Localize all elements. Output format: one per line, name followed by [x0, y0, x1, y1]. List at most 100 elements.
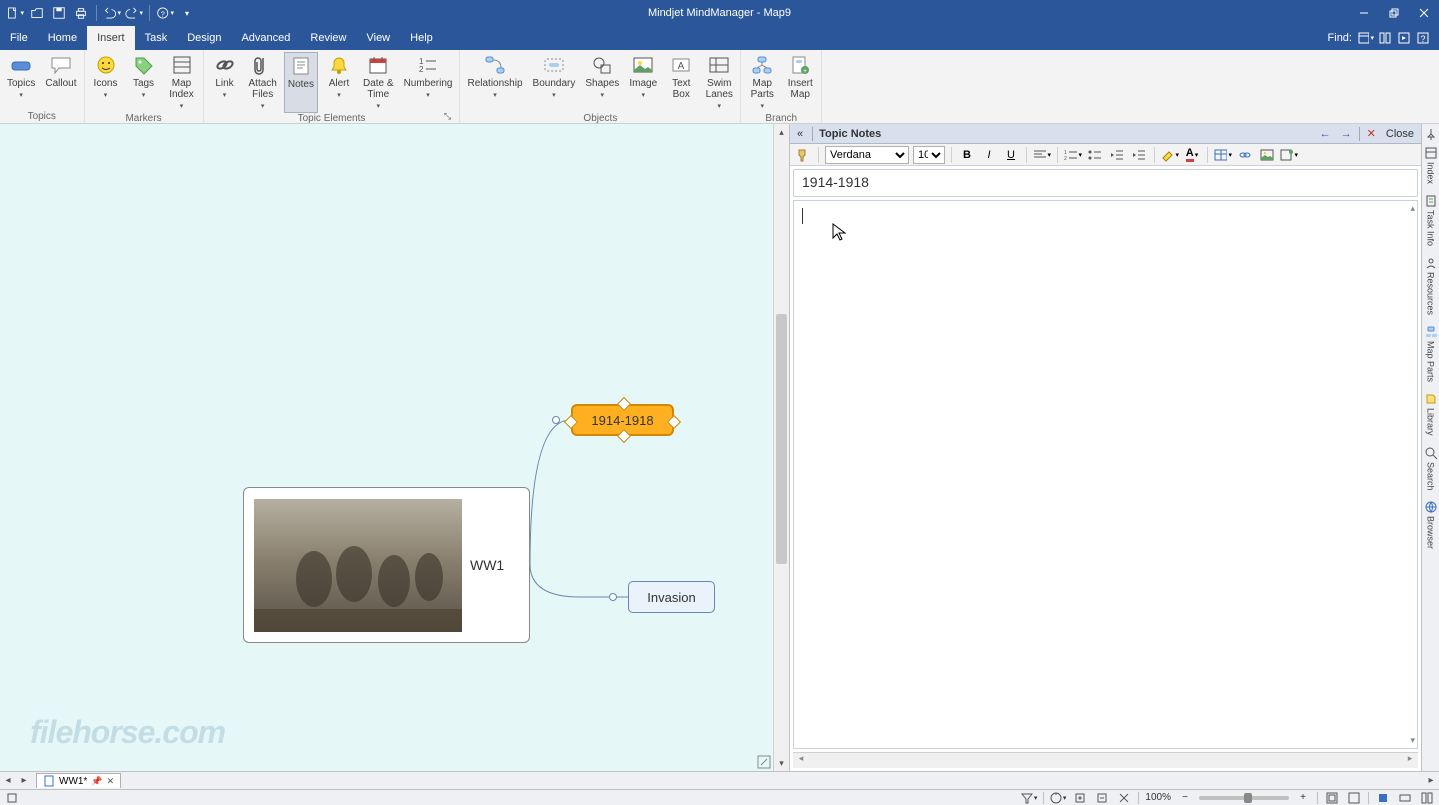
view-mode-1-icon[interactable]	[1375, 791, 1391, 805]
tab-scroll-right-icon[interactable]: ▸	[16, 775, 32, 786]
insert-hyperlink-button[interactable]	[1236, 146, 1254, 164]
group-launcher-icon[interactable]: ⤡	[441, 111, 453, 123]
status-flag-icon[interactable]	[4, 791, 20, 805]
menu-task[interactable]: Task	[135, 26, 178, 50]
zoom-in-button[interactable]: +	[1295, 791, 1311, 805]
notes-scroll-down-icon[interactable]: ▾	[1410, 735, 1415, 746]
shapes-button[interactable]: Shapes▾	[582, 52, 622, 113]
new-doc-icon[interactable]: ▾	[6, 4, 24, 22]
subtopic-1914-1918[interactable]: 1914-1918	[571, 404, 674, 436]
selection-handle-bottom[interactable]	[617, 429, 631, 443]
right-tab-search[interactable]: Search	[1423, 442, 1439, 495]
find-toggle-icon[interactable]	[1377, 30, 1393, 46]
menu-home[interactable]: Home	[38, 26, 87, 50]
map-index-button[interactable]: MapIndex▾	[165, 52, 199, 113]
topics-button[interactable]: Topics▾	[4, 52, 38, 111]
right-tab-map-parts[interactable]: Map Parts	[1423, 321, 1439, 386]
connector-dot-2[interactable]	[609, 593, 617, 601]
insert-object-button[interactable]: ▾	[1280, 146, 1298, 164]
collapse-icon[interactable]	[1094, 791, 1110, 805]
scroll-down-icon[interactable]: ▾	[774, 755, 789, 771]
right-tab-index[interactable]: Index	[1423, 142, 1439, 188]
doc-tab-pin-icon[interactable]: 📌	[91, 776, 102, 787]
minimize-button[interactable]	[1349, 0, 1379, 26]
doc-tab-close-icon[interactable]: ✕	[107, 776, 115, 787]
relationship-button[interactable]: Relationship▾	[464, 52, 525, 113]
find-arrow-icon[interactable]	[1396, 30, 1412, 46]
tab-scroll-left-icon[interactable]: ◂	[0, 775, 16, 786]
print-icon[interactable]	[72, 4, 90, 22]
italic-button[interactable]: I	[980, 146, 998, 164]
menu-design[interactable]: Design	[177, 26, 231, 50]
menu-help[interactable]: Help	[400, 26, 443, 50]
close-window-button[interactable]	[1409, 0, 1439, 26]
boundary-button[interactable]: Boundary▾	[530, 52, 579, 113]
attach-files-button[interactable]: AttachFiles▾	[246, 52, 280, 113]
view-mode-3-icon[interactable]	[1419, 791, 1435, 805]
bold-button[interactable]: B	[958, 146, 976, 164]
document-tab[interactable]: WW1* 📌 ✕	[36, 773, 121, 788]
fit-page-icon[interactable]	[1324, 791, 1340, 805]
scroll-thumb[interactable]	[776, 314, 787, 564]
highlight-button[interactable]: ▾	[1161, 146, 1179, 164]
fit-map-icon[interactable]	[1346, 791, 1362, 805]
zoom-value[interactable]: 100%	[1145, 792, 1171, 803]
alert-button[interactable]: Alert▾	[322, 52, 356, 113]
undo-icon[interactable]: ▾	[103, 4, 121, 22]
menu-insert[interactable]: Insert	[87, 26, 135, 50]
insert-image-button[interactable]	[1258, 146, 1276, 164]
right-tab-resources[interactable]: Resources	[1423, 252, 1439, 319]
selection-handle-right[interactable]	[667, 415, 681, 429]
right-tab-library[interactable]: Library	[1423, 388, 1439, 440]
icons-button[interactable]: Icons▾	[89, 52, 123, 113]
notes-next-icon[interactable]: →	[1338, 128, 1355, 140]
insert-map-button[interactable]: +InsertMap	[783, 52, 817, 113]
notes-close-x-icon[interactable]: ✕	[1364, 127, 1379, 140]
tab-scroll-end-icon[interactable]: ▸	[1423, 775, 1439, 786]
underline-button[interactable]: U	[1002, 146, 1020, 164]
notes-collapse-icon[interactable]: «	[794, 128, 806, 140]
link-button[interactable]: Link▾	[208, 52, 242, 113]
numbering-button[interactable]: 12Numbering▾	[401, 52, 456, 113]
zoom-slider[interactable]	[1199, 796, 1289, 800]
detail-level-icon[interactable]: ▾	[1050, 791, 1066, 805]
notes-prev-icon[interactable]: ←	[1317, 128, 1334, 140]
numbered-list-button[interactable]: 12▾	[1064, 146, 1082, 164]
right-tab-task-info[interactable]: Task Info	[1423, 190, 1439, 250]
restore-button[interactable]	[1379, 0, 1409, 26]
open-icon[interactable]	[28, 4, 46, 22]
image-button[interactable]: Image▾	[626, 52, 660, 113]
date-time-button[interactable]: Date &Time▾	[360, 52, 397, 113]
insert-table-button[interactable]: ▾	[1214, 146, 1232, 164]
font-size-select[interactable]: 10	[913, 146, 945, 164]
central-topic[interactable]: WW1	[243, 487, 530, 643]
tags-button[interactable]: Tags▾	[127, 52, 161, 113]
canvas-vscroll[interactable]: ▴ ▾	[773, 124, 789, 771]
canvas-resize-icon[interactable]	[757, 755, 771, 769]
find-help-icon[interactable]: ?	[1415, 30, 1431, 46]
redo-icon[interactable]: ▾	[125, 4, 143, 22]
zoom-out-button[interactable]: −	[1177, 791, 1193, 805]
menu-review[interactable]: Review	[300, 26, 356, 50]
notes-hscroll[interactable]: ◂ ▸	[793, 752, 1418, 768]
filter-icon[interactable]: ▾	[1021, 791, 1037, 805]
mindmap-canvas[interactable]: WW1 1914-1918 Invasion filehorse.com	[0, 124, 773, 771]
indent-button[interactable]	[1130, 146, 1148, 164]
menu-view[interactable]: View	[356, 26, 400, 50]
text-box-button[interactable]: ATextBox	[664, 52, 698, 113]
save-icon[interactable]	[50, 4, 68, 22]
help-icon[interactable]: ?▾	[156, 4, 174, 22]
font-color-button[interactable]: A▾	[1183, 146, 1201, 164]
notes-button[interactable]: Notes	[284, 52, 318, 113]
bullet-list-button[interactable]	[1086, 146, 1104, 164]
notes-editor[interactable]: ▴ ▾	[793, 200, 1418, 749]
find-layout-icon[interactable]: ▾	[1358, 30, 1374, 46]
menu-file[interactable]: File	[0, 26, 38, 50]
map-parts-button[interactable]: MapParts▾	[745, 52, 779, 113]
connector-dot-1[interactable]	[552, 416, 560, 424]
right-tabs-pin-icon[interactable]	[1422, 128, 1439, 140]
subtopic-invasion[interactable]: Invasion	[628, 581, 715, 613]
qat-customize-icon[interactable]: ▾	[178, 4, 196, 22]
font-family-select[interactable]: Verdana	[825, 146, 909, 164]
view-mode-2-icon[interactable]	[1397, 791, 1413, 805]
